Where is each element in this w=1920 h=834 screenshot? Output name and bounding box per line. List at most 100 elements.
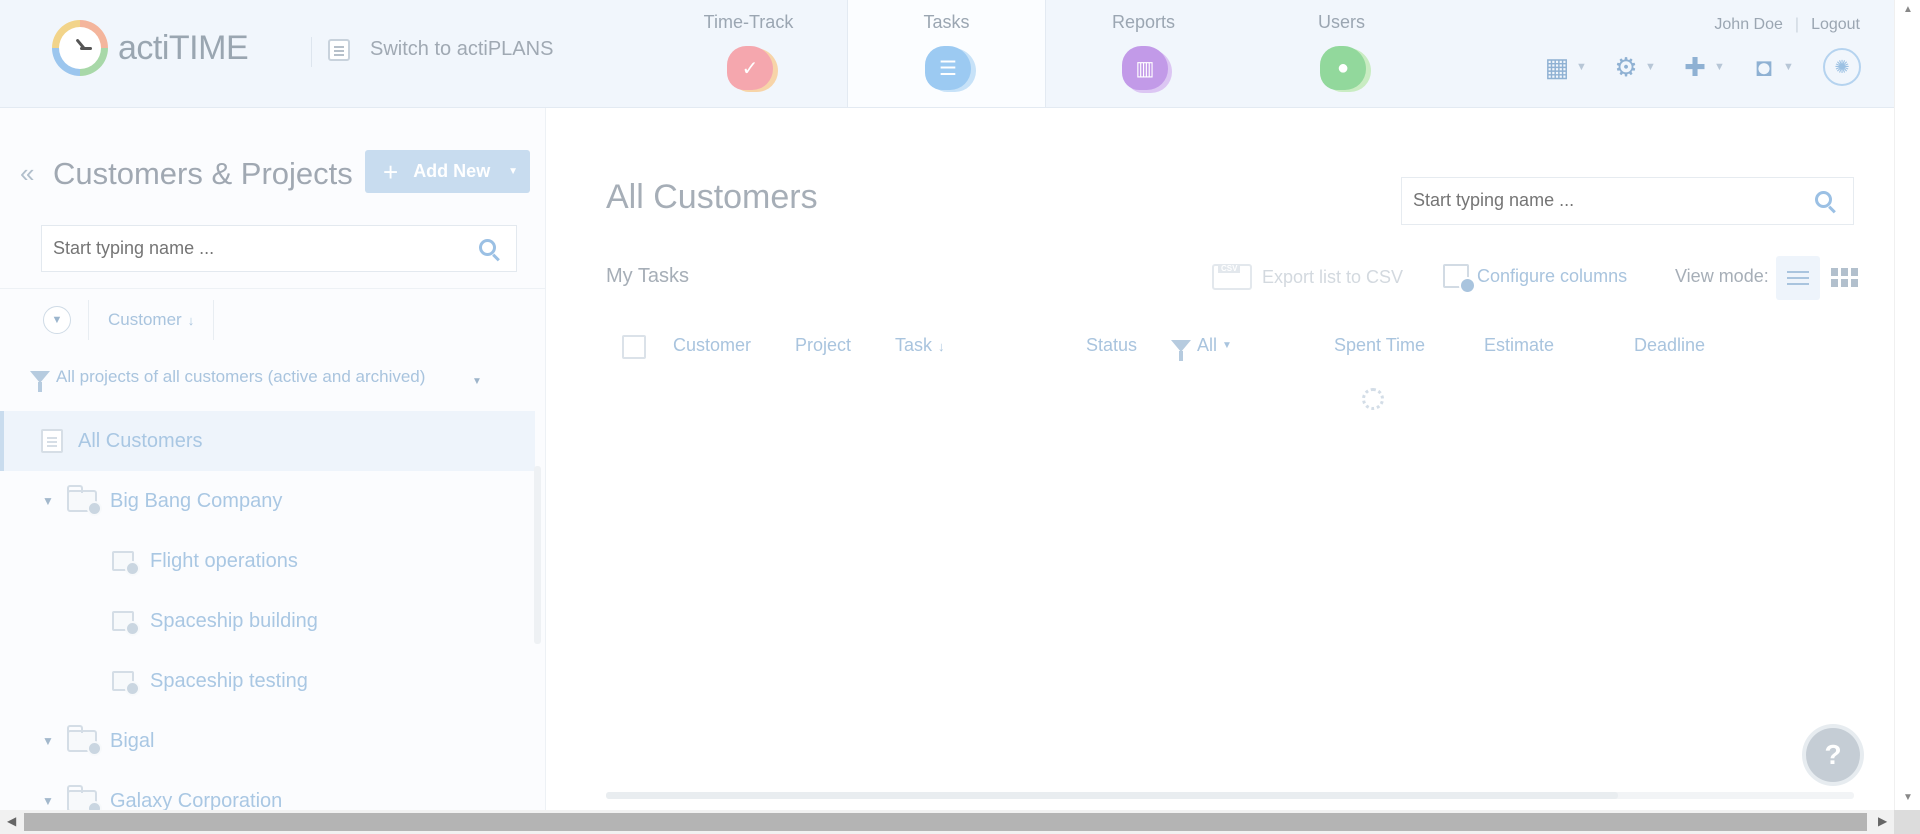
scroll-down-icon[interactable]: ▼ — [1903, 792, 1913, 803]
chevron-down-icon[interactable]: ▼ — [472, 376, 482, 387]
column-header-status[interactable]: Status — [1086, 335, 1137, 356]
list-icon — [41, 429, 63, 453]
tree-item-project[interactable]: Flight operations — [0, 531, 535, 591]
tree-item-customer[interactable]: ▼ Bigal — [0, 711, 535, 771]
nav-label: Users — [1317, 12, 1365, 32]
tree-item-label: Bigal — [110, 729, 155, 752]
csv-icon — [1212, 264, 1252, 290]
user-area: John Doe | Logout — [1714, 16, 1860, 34]
select-all-checkbox[interactable] — [622, 335, 646, 359]
panel-scrollbar[interactable] — [534, 466, 541, 644]
chevron-down-icon[interactable]: ▼ — [42, 734, 54, 748]
help-button[interactable]: ? — [1806, 728, 1860, 782]
search-icon[interactable] — [1815, 191, 1832, 208]
sort-by-customer[interactable]: Customer ↓ — [108, 310, 194, 330]
column-header-estimate[interactable]: Estimate — [1484, 335, 1554, 356]
filter-label: All projects of all customers (active an… — [56, 367, 426, 386]
settings-menu[interactable]: ⚙ ▼ — [1611, 52, 1656, 82]
table-scrollbar[interactable] — [606, 792, 1854, 799]
customer-folder-icon — [67, 785, 102, 810]
lightbulb-icon[interactable]: ✺ — [1823, 48, 1861, 86]
nav-tab-users[interactable]: Users ● — [1243, 0, 1440, 107]
configure-columns-button[interactable]: Configure columns — [1443, 264, 1627, 294]
customer-folder-icon — [67, 485, 102, 516]
project-filter[interactable]: All projects of all customers (active an… — [30, 367, 426, 392]
columns-gear-icon — [1443, 264, 1476, 294]
status-filter-value: All — [1197, 335, 1218, 355]
column-label: Task — [895, 335, 933, 355]
sort-label: Customer — [108, 310, 182, 329]
page-vertical-scrollbar[interactable]: ▲ ▼ — [1894, 0, 1920, 810]
nav-tab-tasks[interactable]: Tasks ☰ — [847, 0, 1046, 107]
calendar-menu[interactable]: ▦ ▼ — [1542, 52, 1587, 82]
tree-item-customer[interactable]: ▼ Big Bang Company — [0, 471, 535, 531]
help-menu[interactable]: ◘ ▼ — [1749, 52, 1794, 82]
chevron-down-icon: ▼ — [1222, 340, 1232, 351]
column-header-spent-time[interactable]: Spent Time — [1334, 335, 1425, 356]
tree-item-project[interactable]: Spaceship testing — [0, 651, 535, 711]
expand-all-toggle[interactable]: ▼ — [43, 306, 71, 334]
user-name-link[interactable]: John Doe — [1714, 16, 1783, 33]
customer-search-field[interactable] — [41, 225, 517, 272]
user-icon: ● — [1320, 46, 1366, 90]
top-header: actiTIME Switch to actiPLANS Time-Track … — [0, 0, 1894, 108]
customer-folder-icon — [67, 725, 102, 756]
divider — [0, 288, 545, 289]
list-view-icon[interactable] — [1776, 256, 1820, 300]
scrollbar-corner — [1894, 810, 1920, 834]
checkmark-icon: ✓ — [727, 46, 773, 90]
status-filter-dropdown[interactable]: All ▼ — [1171, 335, 1232, 361]
project-icon — [112, 671, 140, 696]
export-csv-button[interactable]: Export list to CSV — [1212, 264, 1403, 290]
page-horizontal-scrollbar[interactable]: ◀ ▶ — [0, 810, 1894, 834]
nav-tab-time-track[interactable]: Time-Track ✓ — [650, 0, 847, 107]
task-list-icon: ☰ — [925, 46, 971, 90]
tree-item-project[interactable]: Spaceship building — [0, 591, 535, 651]
chevron-down-icon[interactable]: ▼ — [42, 494, 54, 508]
grid-view-icon[interactable] — [1831, 268, 1858, 288]
nav-label: Tasks — [923, 12, 970, 32]
nav-label: Reports — [1111, 12, 1176, 32]
filter-icon — [30, 371, 50, 392]
column-header-customer[interactable]: Customer — [673, 335, 751, 356]
clock-logo-icon — [52, 20, 108, 76]
tree-item-label: Spaceship building — [150, 609, 318, 632]
switch-to-actiplans-link[interactable]: Switch to actiPLANS — [328, 38, 553, 61]
chevron-down-icon[interactable]: ▼ — [42, 794, 54, 808]
add-new-button[interactable]: + Add New ▼ — [365, 150, 530, 193]
add-new-label: Add New — [413, 161, 491, 181]
logout-link[interactable]: Logout — [1811, 16, 1860, 33]
scroll-right-icon[interactable]: ▶ — [1878, 814, 1887, 828]
column-header-task[interactable]: Task ↓ — [895, 335, 945, 356]
tree-item-all-customers[interactable]: All Customers — [0, 411, 535, 471]
question-icon: ◘ — [1756, 51, 1772, 82]
divider — [88, 300, 89, 340]
logo-text: actiTIME — [118, 28, 249, 67]
panel-title: Customers & Projects — [53, 156, 353, 191]
search-icon[interactable] — [479, 239, 496, 256]
bar-chart-icon: ▥ — [1122, 46, 1168, 90]
customer-search-input[interactable] — [51, 237, 455, 260]
scroll-up-icon[interactable]: ▲ — [1903, 4, 1913, 15]
nav-tab-reports[interactable]: Reports ▥ — [1045, 0, 1242, 107]
loading-spinner-icon — [1362, 388, 1384, 410]
filter-icon — [1171, 339, 1191, 361]
tree-item-label: All Customers — [78, 429, 203, 452]
tree-item-label: Flight operations — [150, 549, 298, 572]
scroll-left-icon[interactable]: ◀ — [7, 814, 16, 828]
tree-item-label: Spaceship testing — [150, 669, 308, 692]
column-header-deadline[interactable]: Deadline — [1634, 335, 1705, 356]
chevron-down-icon: ▼ — [51, 314, 63, 326]
actitime-logo[interactable]: actiTIME — [52, 20, 249, 76]
collapse-panel-icon[interactable]: « — [20, 158, 34, 189]
tree-item-customer[interactable]: ▼ Galaxy Corporation — [0, 771, 535, 810]
customers-projects-panel: « Customers & Projects + Add New ▼ ▼ Cus… — [0, 108, 546, 810]
project-icon — [112, 611, 140, 636]
tree-item-label: Big Bang Company — [110, 489, 283, 512]
column-header-project[interactable]: Project — [795, 335, 851, 356]
task-search-input[interactable] — [1411, 189, 1815, 212]
gear-icon: ⚙ — [1614, 51, 1638, 82]
addons-menu[interactable]: ✚ ▼ — [1680, 52, 1725, 82]
task-search-field[interactable] — [1401, 177, 1854, 225]
scrollbar-thumb[interactable] — [24, 813, 1867, 831]
